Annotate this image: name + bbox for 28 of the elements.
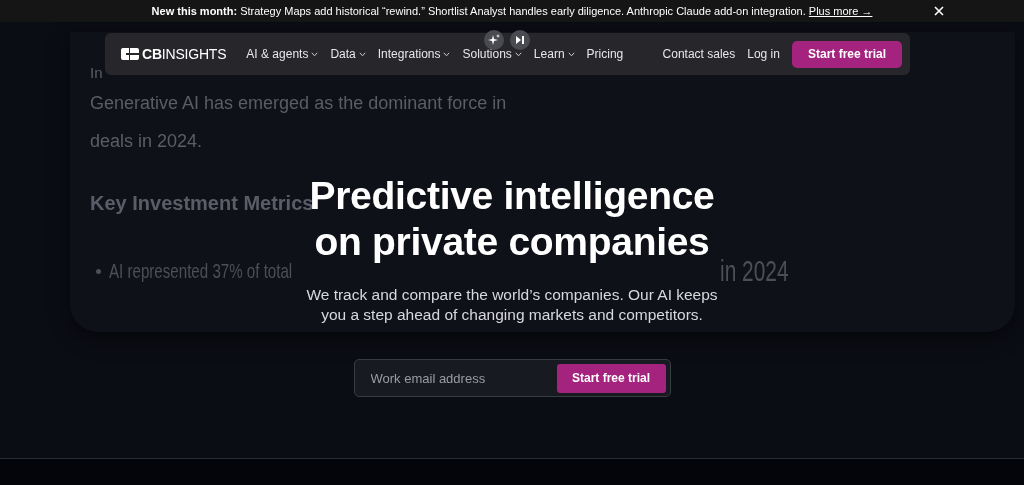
logo-icon xyxy=(121,48,139,60)
card-paragraph-line: deals in 2024. xyxy=(90,130,203,153)
nav-menu-item[interactable]: Integrations xyxy=(371,47,457,61)
sparkle-icon xyxy=(488,34,500,46)
card-paragraph-line: Generative AI has emerged as the dominant force in xyxy=(90,92,507,115)
hero-subtitle: We track and compare the world’s companies. Our AI keeps you a step ahead of changing markets and competitors. xyxy=(306,285,718,325)
nav-menu-item[interactable]: Pricing xyxy=(580,47,630,61)
card-text-fragment: In xyxy=(90,63,103,83)
close-icon xyxy=(932,4,946,18)
start-free-trial-button[interactable]: Start free trial xyxy=(791,40,902,68)
nav-menu-item[interactable]: Solutions xyxy=(456,47,528,61)
logo-text[interactable]: CBINSIGHTS xyxy=(142,46,227,62)
skip-icon xyxy=(515,36,525,44)
nav-menu-item[interactable]: Learn xyxy=(527,47,581,61)
plus-more-link[interactable]: Plus more → xyxy=(808,5,873,17)
nav-menu-item[interactable]: Data xyxy=(324,47,372,61)
skip-button[interactable] xyxy=(510,30,530,50)
card-bullet-text: in 2024 xyxy=(719,255,788,287)
log-in-link[interactable]: Log in xyxy=(741,47,786,61)
email-field[interactable]: Work email address Start free trial xyxy=(353,359,671,397)
announcement-text: New this month: Strategy Maps add historical “rewind.” Shortlist Analyst handles early diligence. Anthropic Claude add-on integration. Plus more → xyxy=(151,5,873,17)
card-bullet-text: AI represented 37% of total xyxy=(109,258,293,284)
start-free-trial-button[interactable]: Start free trial xyxy=(556,363,666,393)
sparkle-button[interactable] xyxy=(484,30,504,50)
nav-menu-item[interactable]: AI & agents xyxy=(240,47,325,61)
close-button[interactable] xyxy=(932,4,946,18)
bullet-dot xyxy=(96,268,101,274)
contact-sales-link[interactable]: Contact sales xyxy=(656,47,742,61)
